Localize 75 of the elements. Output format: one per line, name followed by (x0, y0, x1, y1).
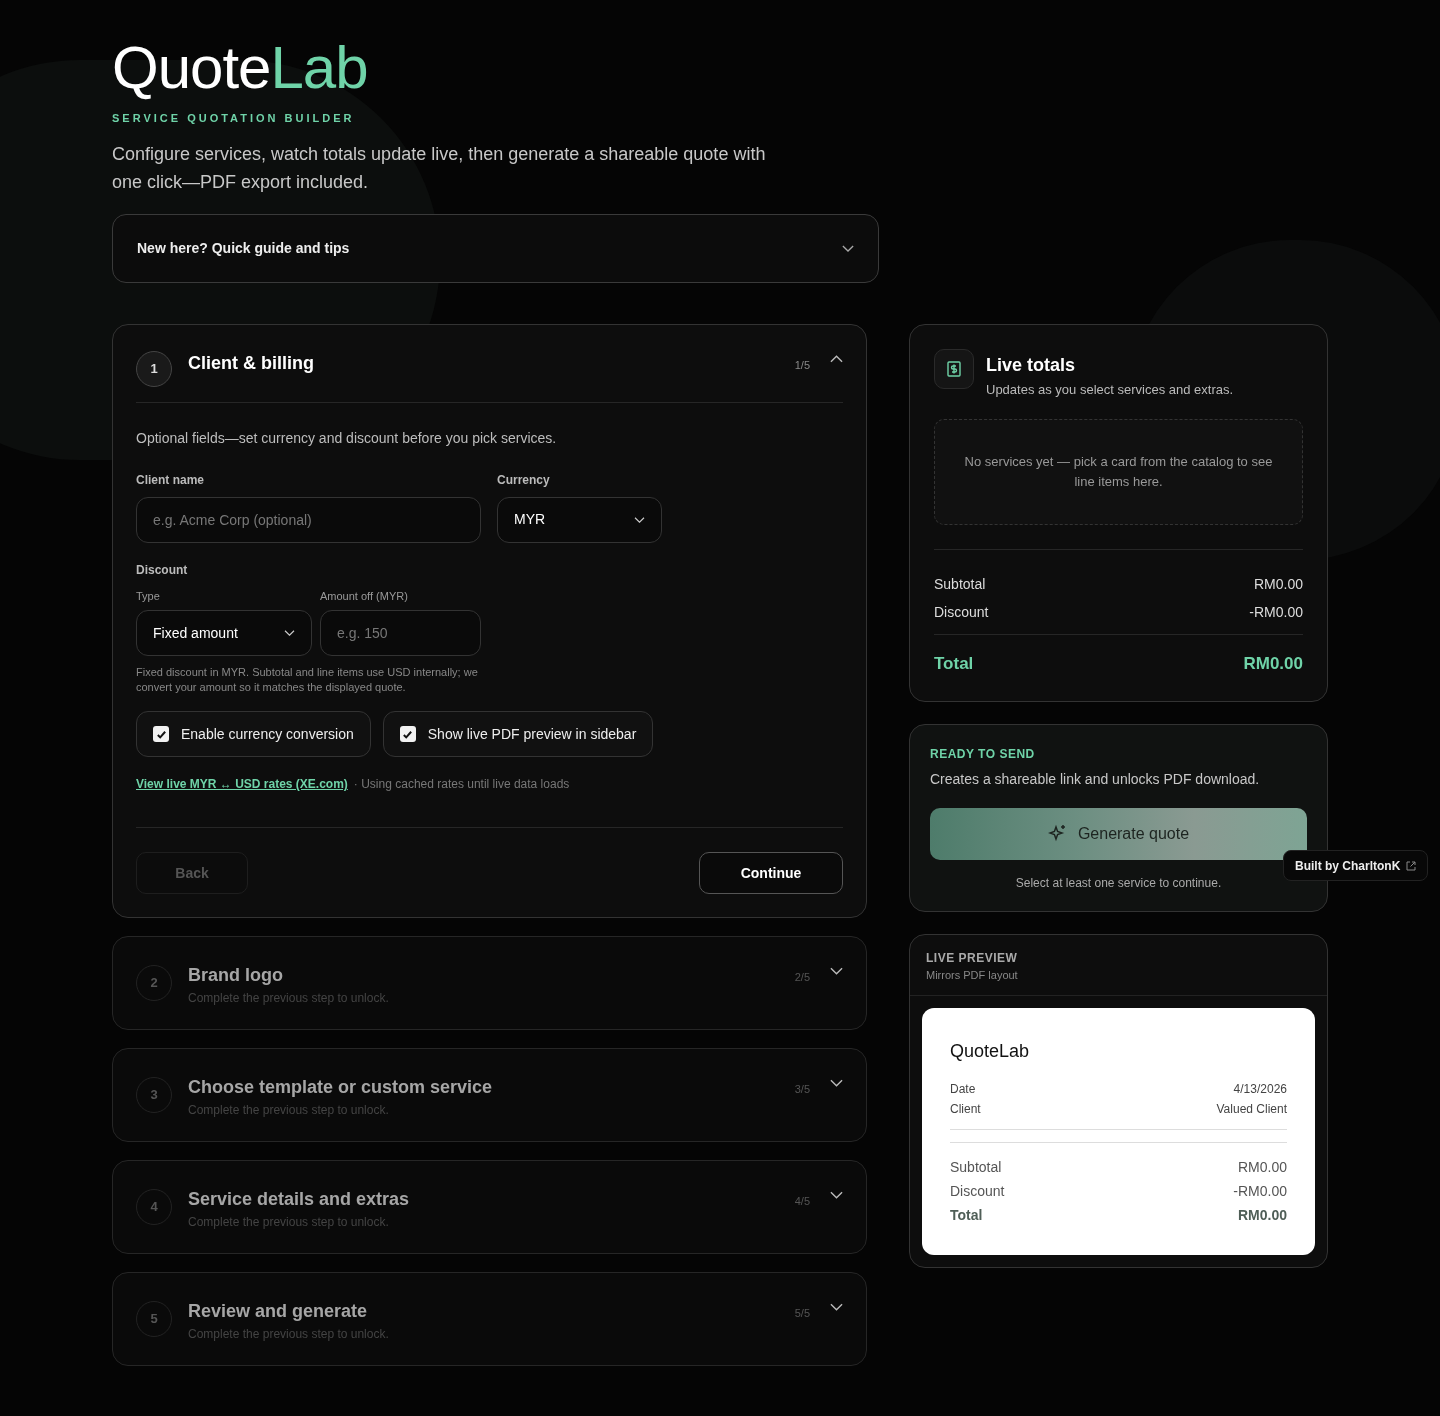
quick-guide-toggle[interactable]: New here? Quick guide and tips (112, 213, 879, 283)
step-title: Client & billing (188, 351, 314, 375)
checkbox[interactable] (399, 726, 416, 742)
step-counter: 2/5 (794, 970, 810, 985)
discount-type-dropdown[interactable]: Fixed amount (136, 610, 312, 656)
step-title: Choose template or custom service (188, 1076, 493, 1099)
expand-chevron-icon (830, 1303, 843, 1311)
summary-label: Subtotal (934, 574, 986, 594)
meta-label: Client (950, 1101, 981, 1118)
money-icon (934, 348, 974, 389)
total-value: RM0.00 (1243, 653, 1303, 675)
rates-note: · Using cached rates until live data loads (353, 776, 570, 793)
summary-value: RM0.00 (1253, 574, 1303, 594)
section-description: Optional fields—set currency and discount before you pick services. (136, 428, 557, 448)
field-label: Currency (497, 471, 550, 489)
expand-chevron-icon (634, 516, 645, 523)
panel-subtitle: Updates as you select services and extras. (986, 380, 1234, 399)
summary-label: Discount (934, 602, 989, 622)
step-counter: 1/5 (794, 357, 810, 373)
field-label: Amount off (MYR) (320, 588, 408, 604)
discount-amount-field[interactable]: e.g. 150 (320, 610, 481, 656)
total-label: Total (934, 653, 974, 675)
step-counter: 4/5 (794, 1194, 810, 1209)
total-label: Total (950, 1206, 983, 1225)
eyebrow-label: READY TO SEND (930, 745, 1035, 763)
expand-chevron-icon (830, 1079, 843, 1087)
step-toggle[interactable] (830, 1079, 843, 1087)
checkbox[interactable] (153, 726, 169, 742)
tagline: SERVICE QUOTATION BUILDER (112, 111, 355, 126)
step-counter: 5/5 (794, 1306, 810, 1321)
external-link-icon (1406, 860, 1417, 871)
collapse-chevron-icon (830, 354, 843, 363)
checkbox-option[interactable]: Show live PDF preview in sidebar (382, 711, 654, 757)
hint-text: Select at least one service to continue. (1014, 874, 1223, 892)
summary-value: RM0.00 (1237, 1158, 1287, 1177)
intro-text: Configure services, watch totals update live, then generate a shareable quote with one click—PDF export included. (112, 142, 767, 194)
step-toggle[interactable] (830, 967, 843, 975)
credit-link[interactable]: Built by CharltonK (1283, 850, 1429, 881)
help-text: Fixed discount in MYR. Subtotal and line items use USD internally; we convert your amount so it matches the displayed quote. (136, 665, 479, 695)
step-title: Brand logo (188, 964, 283, 987)
summary-value: -RM0.00 (1233, 1182, 1287, 1201)
client-name-field[interactable]: e.g. Acme Corp (optional) (136, 496, 481, 543)
total-value: RM0.00 (1237, 1206, 1287, 1225)
section-label: Discount (136, 561, 188, 579)
summary-label: Discount (950, 1182, 1005, 1201)
document-title: QuoteLab (950, 1040, 1030, 1063)
summary-value: -RM0.00 (1249, 602, 1303, 622)
rates-link[interactable]: View live MYR ↔ USD rates (XE.com) (136, 775, 348, 793)
meta-value: Valued Client (1216, 1101, 1287, 1118)
continue-button[interactable]: Continue (699, 852, 843, 894)
eyebrow-label: LIVE PREVIEW (926, 949, 1018, 967)
checkbox-option[interactable]: Enable currency conversion (136, 711, 371, 757)
field-label: Client name (136, 471, 204, 489)
empty-state: No services yet — pick a card from the catalog to see line items here. (934, 419, 1303, 525)
step-toggle[interactable] (830, 1303, 843, 1311)
step-number: 1 (136, 350, 172, 387)
card-description: Creates a shareable link and unlocks PDF download. (930, 769, 1260, 789)
app-logo: QuoteLab (112, 36, 368, 100)
checkmark-icon (155, 728, 167, 740)
meta-value: 4/13/2026 (1233, 1081, 1287, 1098)
checkmark-icon (402, 728, 414, 740)
step-counter: 3/5 (794, 1082, 810, 1097)
meta-label: Date (950, 1081, 976, 1098)
step-title: Review and generate (188, 1300, 368, 1323)
panel-subtitle: Mirrors PDF layout (926, 967, 1018, 983)
expand-chevron-icon (830, 1191, 843, 1199)
expand-chevron-icon (830, 967, 843, 975)
currency-dropdown[interactable]: MYR (497, 496, 662, 543)
summary-label: Subtotal (950, 1158, 1002, 1177)
step-toggle[interactable] (830, 354, 843, 363)
step-toggle[interactable] (830, 1191, 843, 1199)
expand-chevron-icon (284, 630, 295, 636)
panel-title: Live totals (986, 353, 1076, 377)
step-title: Service details and extras (188, 1188, 410, 1211)
field-label: Type (136, 588, 160, 604)
